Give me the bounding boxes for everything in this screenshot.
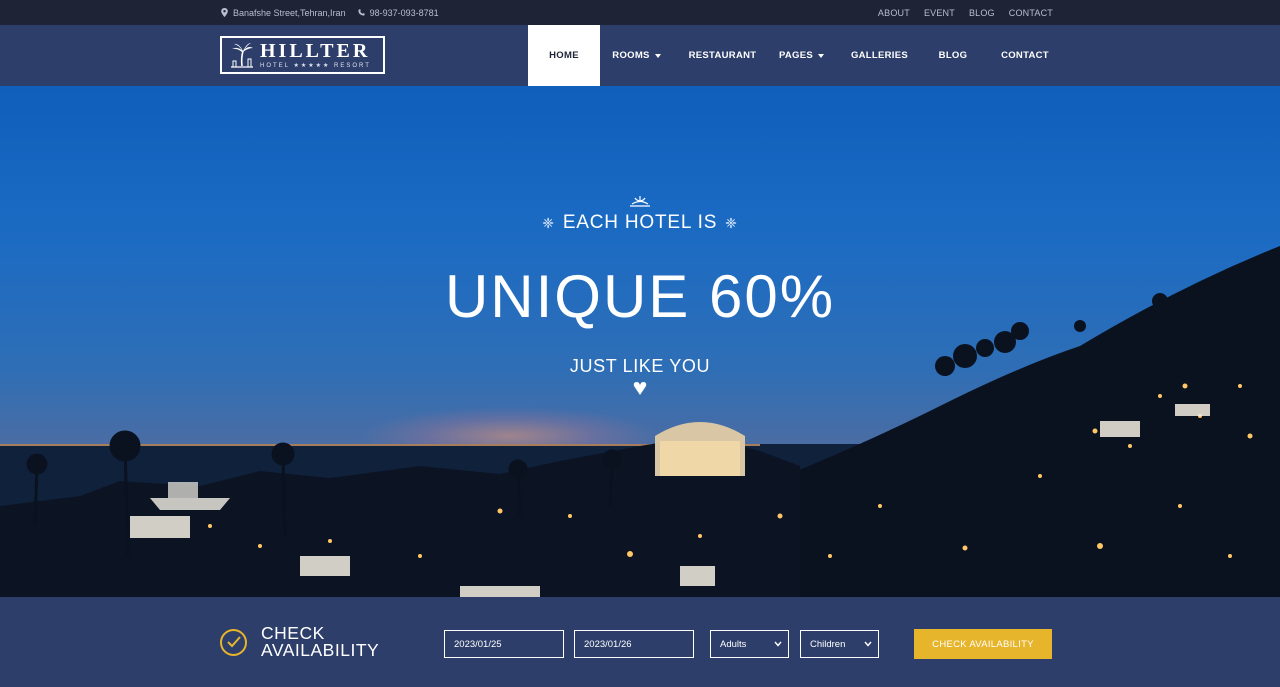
hero-banner: ❈ EACH HOTEL IS ❈ UNIQUE 60% JUST LIKE Y…: [0, 86, 1280, 597]
booking-bar: CHECK AVAILABILITY 2023/01/25 2023/01/26…: [0, 597, 1280, 687]
address-item: Banafshe Street,Tehran,Iran: [221, 8, 346, 18]
nav-galleries[interactable]: GALLERIES: [831, 25, 928, 86]
hero-headline: UNIQUE 60%: [444, 263, 836, 330]
chevron-down-icon: [864, 641, 872, 647]
logo-tagline: HOTEL ★★★★★ RESORT: [260, 63, 371, 69]
logo-name: HILLTER: [260, 40, 371, 62]
top-link-event[interactable]: EVENT: [924, 8, 955, 18]
hero-eyebrow-text: EACH HOTEL IS: [562, 212, 718, 233]
heart-ornament-icon: [633, 382, 647, 395]
top-bar: Banafshe Street,Tehran,Iran 98-937-093-8…: [0, 0, 1280, 25]
site-logo[interactable]: HILLTER HOTEL ★★★★★ RESORT: [220, 36, 385, 74]
phone-icon: [357, 9, 365, 16]
chevron-down-icon: [774, 641, 782, 647]
top-contact-info: Banafshe Street,Tehran,Iran 98-937-093-8…: [221, 0, 439, 25]
crown-ornament-icon: [630, 196, 650, 207]
top-links: ABOUT EVENT BLOG CONTACT: [878, 0, 1053, 25]
children-select[interactable]: Children: [800, 630, 879, 658]
check-circle-icon: [220, 628, 247, 656]
main-header: HILLTER HOTEL ★★★★★ RESORT HOME ROOMS RE…: [0, 25, 1280, 86]
right-ornament-icon: ❈: [725, 214, 738, 231]
top-link-about[interactable]: ABOUT: [878, 8, 910, 18]
map-pin-icon: [221, 8, 228, 17]
main-nav: HOME ROOMS RESTAURANT PAGES GALLERIES BL…: [528, 25, 1072, 86]
adults-select[interactable]: Adults: [710, 630, 789, 658]
phone-text: 98-937-093-8781: [369, 7, 439, 18]
top-link-contact[interactable]: CONTACT: [1009, 8, 1053, 18]
nav-pages[interactable]: PAGES: [772, 25, 831, 86]
night-town-illustration: [0, 246, 1280, 597]
left-ornament-icon: ❈: [542, 214, 555, 231]
address-text: Banafshe Street,Tehran,Iran: [233, 7, 346, 18]
caret-down-icon: [818, 54, 825, 58]
nav-home[interactable]: HOME: [528, 25, 600, 86]
nav-blog[interactable]: BLOG: [928, 25, 978, 86]
checkin-date-input[interactable]: 2023/01/25: [444, 630, 564, 658]
nav-restaurant[interactable]: RESTAURANT: [673, 25, 772, 86]
check-availability-button[interactable]: CHECK AVAILABILITY: [914, 629, 1052, 659]
hero-eyebrow: ❈ EACH HOTEL IS ❈: [0, 212, 1280, 234]
top-link-blog[interactable]: BLOG: [969, 8, 995, 18]
phone-item: 98-937-093-8781: [357, 7, 439, 18]
hero-subline: JUST LIKE YOU: [569, 356, 711, 376]
nav-contact[interactable]: CONTACT: [978, 25, 1072, 86]
checkout-date-input[interactable]: 2023/01/26: [574, 630, 694, 658]
caret-down-icon: [654, 54, 661, 58]
check-availability-title: CHECK AVAILABILITY: [220, 624, 401, 659]
palm-tree-icon: [231, 43, 253, 68]
nav-rooms[interactable]: ROOMS: [600, 25, 673, 86]
